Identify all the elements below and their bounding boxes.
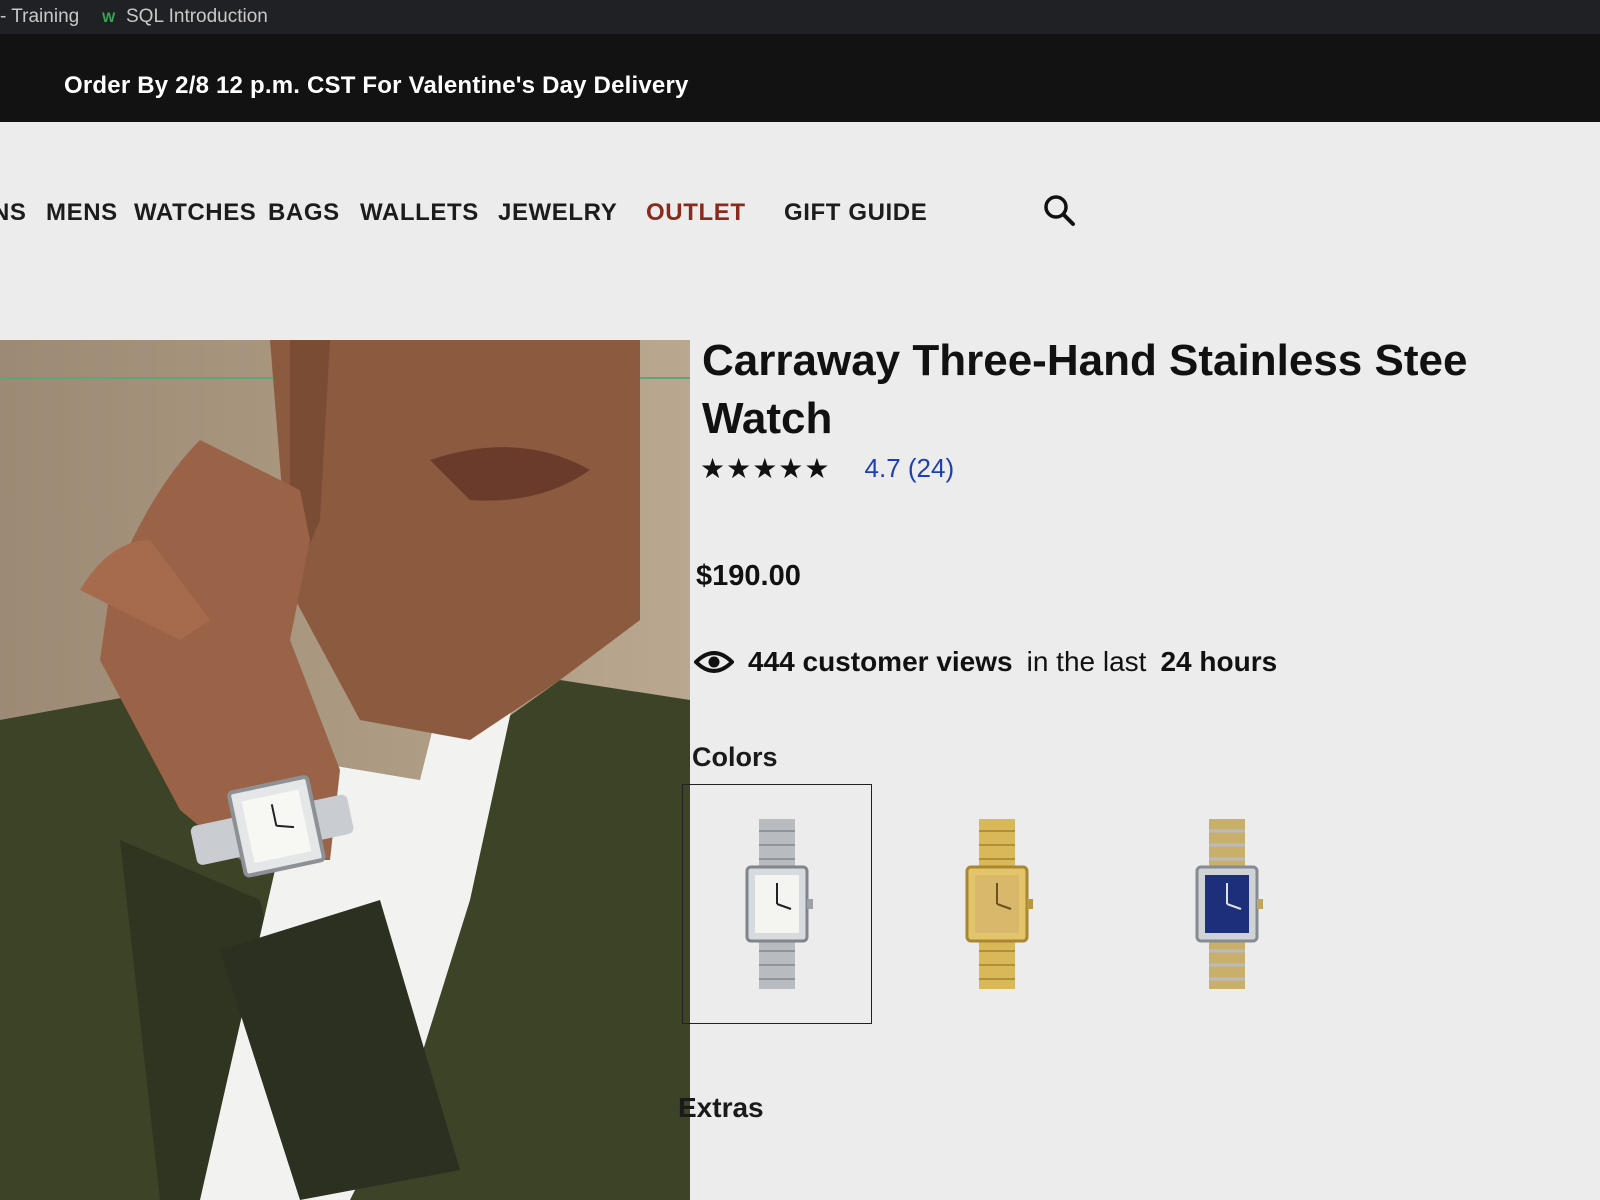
views-count: 444 customer views xyxy=(748,646,1013,677)
bookmark-sql-introduction[interactable]: W SQL Introduction xyxy=(102,6,268,28)
category-nav: NS MENS WATCHES BAGS WALLETS JEWELRY OUT… xyxy=(0,187,1100,237)
silver-watch-image xyxy=(745,819,813,989)
nav-item-watches[interactable]: WATCHES xyxy=(134,199,256,227)
eye-icon xyxy=(694,651,734,673)
promo-banner: Order By 2/8 12 p.m. CST For Valentine's… xyxy=(0,34,1600,122)
nav-item-gift-guide[interactable]: GIFT GUIDE xyxy=(784,199,927,227)
two-tone-blue-watch-image xyxy=(1195,819,1263,989)
color-swatches xyxy=(682,784,1382,1034)
star-rating-icon: ★★★★★ xyxy=(700,453,831,484)
bookmarks-bar: - Training W SQL Introduction xyxy=(0,0,1600,34)
bookmark-label: - Training xyxy=(0,6,80,27)
product-info: Carraway Three-Hand Stainless Stee Watch… xyxy=(678,332,1600,1200)
bookmark-training[interactable]: - Training xyxy=(0,6,79,28)
nav-item-jewelry[interactable]: JEWELRY xyxy=(498,199,617,227)
swatch-gold[interactable] xyxy=(902,784,1092,1024)
nav-item-womens[interactable]: NS xyxy=(0,199,27,227)
views-period: 24 hours xyxy=(1160,646,1278,677)
nav-item-wallets[interactable]: WALLETS xyxy=(360,199,479,227)
customer-views-notice: 444 customer views in the last 24 hours xyxy=(694,646,1277,678)
views-mid-text: in the last xyxy=(1026,646,1147,677)
bookmark-label: SQL Introduction xyxy=(126,6,268,27)
promo-text[interactable]: Order By 2/8 12 p.m. CST For Valentine's… xyxy=(64,72,689,100)
nav-item-bags[interactable]: BAGS xyxy=(268,199,340,227)
swatch-two-tone-blue[interactable] xyxy=(1132,784,1322,1024)
product-page: NS MENS WATCHES BAGS WALLETS JEWELRY OUT… xyxy=(0,122,1600,1200)
product-title: Carraway Three-Hand Stainless Stee Watch xyxy=(702,332,1600,448)
rating-reviews-link[interactable]: 4.7 (24) xyxy=(865,453,955,484)
product-title-line1: Carraway Three-Hand Stainless Stee xyxy=(702,336,1468,385)
colors-label: Colors xyxy=(692,742,778,772)
rating-row: ★★★★★ 4.7 (24) xyxy=(700,452,954,485)
product-hero-image[interactable] xyxy=(0,340,690,1200)
search-icon xyxy=(1044,195,1075,226)
extras-label: Extras xyxy=(678,1092,764,1123)
nav-item-outlet[interactable]: OUTLET xyxy=(646,199,746,227)
product-price: $190.00 xyxy=(696,560,801,592)
w-favicon-icon: W xyxy=(102,9,116,25)
search-button[interactable] xyxy=(1040,191,1080,231)
gold-watch-image xyxy=(965,819,1033,989)
swatch-silver[interactable] xyxy=(682,784,872,1024)
product-title-line2: Watch xyxy=(702,394,833,443)
nav-item-mens[interactable]: MENS xyxy=(46,199,118,227)
